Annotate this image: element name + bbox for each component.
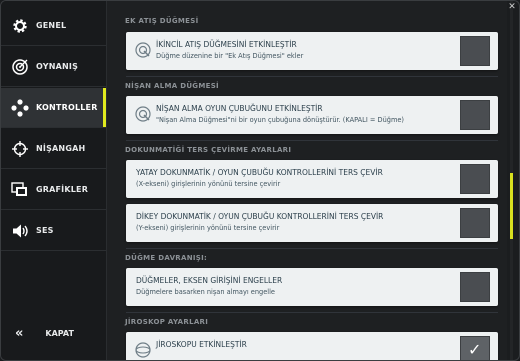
setting-description: (X-ekseni) girişlerinin yönünü tersine ç… bbox=[136, 180, 281, 188]
setting-title: JİROSKOPU ETKİNLEŞTİR bbox=[156, 340, 247, 349]
sidebar-item-sound[interactable]: SES bbox=[1, 211, 106, 251]
scrollbar-thumb[interactable] bbox=[510, 173, 513, 239]
section-header: JİROSKOP AYARLARI bbox=[125, 318, 209, 326]
divider bbox=[126, 312, 498, 313]
double-chevron-left-icon: « bbox=[15, 325, 24, 341]
sidebar-item-controls[interactable]: KONTROLLER bbox=[1, 88, 106, 128]
setting-aim-joystick[interactable]: NİŞAN ALMA OYUN ÇUBUĞUNU ETKİNLEŞTİR "Ni… bbox=[126, 96, 498, 134]
sidebar-item-label: OYNANIŞ bbox=[36, 62, 79, 71]
block-axis-checkbox[interactable] bbox=[460, 272, 490, 302]
sidebar-item-general[interactable]: GENEL bbox=[1, 6, 106, 46]
settings-window: GENEL OYNANIŞ KONTROLLER NİŞANGAH GRAFİK… bbox=[0, 0, 520, 361]
setting-title: İKİNCİL ATIŞ DÜĞMESİNİ ETKİNLEŞTİR bbox=[156, 40, 297, 49]
setting-block-axis[interactable]: DÜĞMELER, EKSEN GİRİŞİNİ ENGELLER Düğmel… bbox=[126, 268, 498, 306]
close-label: KAPAT bbox=[45, 328, 74, 338]
tap-target-icon bbox=[134, 41, 152, 59]
sidebar-item-label: SES bbox=[36, 226, 54, 235]
close-button[interactable]: « KAPAT bbox=[1, 313, 106, 353]
invert-vertical-checkbox[interactable] bbox=[460, 208, 490, 238]
setting-description: Düğme düzenine bir "Ek Atış Düğmesi" ekl… bbox=[156, 52, 304, 60]
section-header: DÜĞME DAVRANIŞI: bbox=[125, 254, 208, 262]
sidebar-item-label: GENEL bbox=[36, 21, 67, 30]
section-header: EK ATIŞ DÜĞMESİ bbox=[125, 17, 199, 25]
setting-invert-vertical[interactable]: DİKEY DOKUNMATİK / OYUN ÇUBUĞU KONTROLLE… bbox=[126, 204, 498, 242]
tap-target-icon bbox=[134, 105, 152, 123]
divider bbox=[126, 140, 498, 141]
sidebar-item-graphics[interactable]: GRAFİKLER bbox=[1, 170, 106, 210]
setting-gyroscope[interactable]: JİROSKOPU ETKİNLEŞTİR bbox=[126, 332, 498, 360]
sidebar: GENEL OYNANIŞ KONTROLLER NİŞANGAH GRAFİK… bbox=[1, 1, 107, 360]
invert-horizontal-checkbox[interactable] bbox=[460, 164, 490, 194]
graphics-icon bbox=[10, 180, 30, 200]
aim-joystick-checkbox[interactable] bbox=[460, 100, 490, 130]
setting-title: NİŞAN ALMA OYUN ÇUBUĞUNU ETKİNLEŞTİR bbox=[156, 104, 323, 113]
section-header: DOKUNMATİĞİ TERS ÇEVİRME AYARLARI bbox=[125, 146, 292, 154]
section-header: NİŞAN ALMA DÜĞMESİ bbox=[125, 82, 219, 90]
setting-secondary-fire[interactable]: İKİNCİL ATIŞ DÜĞMESİNİ ETKİNLEŞTİR Düğme… bbox=[126, 32, 498, 70]
setting-description: (Y-ekseni) girişlerinin yönünü tersine ç… bbox=[136, 224, 280, 232]
speaker-icon bbox=[10, 221, 30, 241]
gear-icon bbox=[10, 16, 30, 36]
setting-title: DİKEY DOKUNMATİK / OYUN ÇUBUĞU KONTROLLE… bbox=[136, 212, 384, 221]
dpad-icon bbox=[10, 98, 30, 118]
sidebar-item-label: NİŞANGAH bbox=[36, 144, 86, 153]
sidebar-item-label: GRAFİKLER bbox=[36, 185, 89, 194]
sidebar-item-crosshair[interactable]: NİŞANGAH bbox=[1, 129, 106, 169]
divider bbox=[126, 76, 498, 77]
setting-description: "Nişan Alma Düğmesi"ni bir oyun çubuğuna… bbox=[156, 116, 404, 124]
setting-title: YATAY DOKUNMATİK / OYUN ÇUBUĞU KONTROLLE… bbox=[136, 168, 383, 177]
setting-title: DÜĞMELER, EKSEN GİRİŞİNİ ENGELLER bbox=[136, 276, 283, 285]
gyroscope-icon bbox=[134, 341, 152, 359]
gyroscope-checkbox[interactable] bbox=[460, 336, 490, 360]
controls-settings-panel: EK ATIŞ DÜĞMESİ İKİNCİL ATIŞ DÜĞMESİNİ E… bbox=[107, 1, 507, 360]
setting-description: Düğmelere basarken nişan almayı engelle bbox=[136, 288, 275, 296]
close-icon[interactable]: ✕ bbox=[505, 1, 519, 13]
crosshair-icon bbox=[10, 139, 30, 159]
setting-invert-horizontal[interactable]: YATAY DOKUNMATİK / OYUN ÇUBUĞU KONTROLLE… bbox=[126, 160, 498, 198]
secondary-fire-checkbox[interactable] bbox=[460, 36, 490, 66]
target-icon bbox=[10, 57, 30, 77]
divider bbox=[126, 248, 498, 249]
sidebar-item-label: KONTROLLER bbox=[36, 103, 98, 112]
sidebar-item-gameplay[interactable]: OYNANIŞ bbox=[1, 47, 106, 87]
